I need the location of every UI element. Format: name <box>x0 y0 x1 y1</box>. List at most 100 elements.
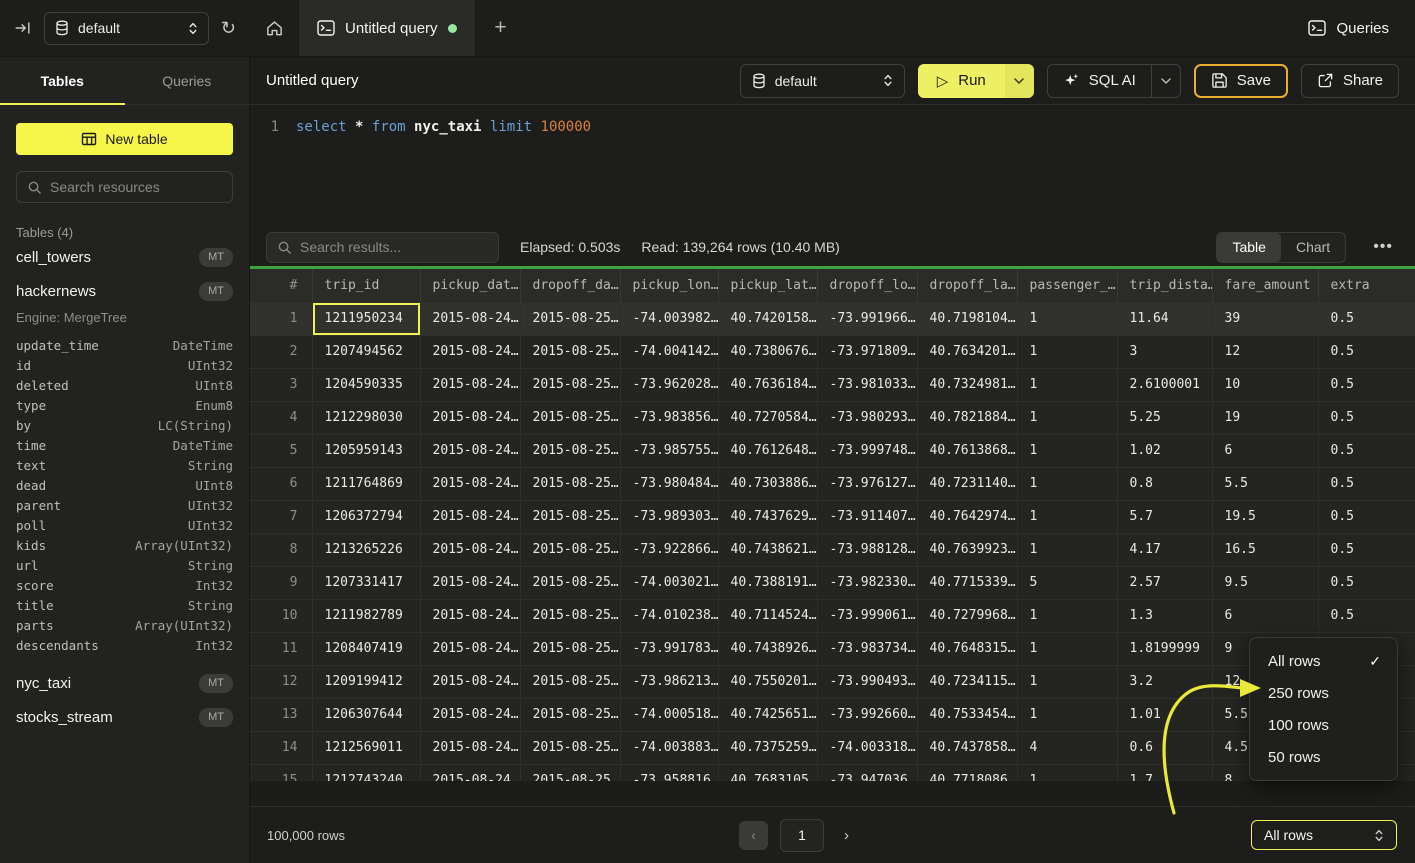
data-cell[interactable]: 4.17 <box>1117 533 1212 566</box>
data-cell[interactable]: 1 <box>1017 632 1117 665</box>
row-index-cell[interactable]: 5 <box>250 434 312 467</box>
data-cell[interactable]: 2015-08-25… <box>520 335 620 368</box>
new-table-button[interactable]: New table <box>16 123 233 155</box>
sidebar-tab-tables[interactable]: Tables <box>0 57 125 104</box>
page-size-option-all-rows[interactable]: All rows✓ <box>1250 645 1397 677</box>
data-cell[interactable]: -73.980293… <box>817 401 917 434</box>
data-cell[interactable]: 2.6100001 <box>1117 368 1212 401</box>
data-cell[interactable]: 40.7388191… <box>718 566 817 599</box>
data-cell[interactable]: 1 <box>1017 764 1117 781</box>
data-cell[interactable]: 2015-08-25… <box>520 434 620 467</box>
data-cell[interactable]: 2015-08-24… <box>420 665 520 698</box>
data-cell[interactable]: -73.983734… <box>817 632 917 665</box>
data-cell[interactable]: 11.64 <box>1117 302 1212 335</box>
page-size-option-50-rows[interactable]: 50 rows <box>1250 741 1397 773</box>
save-button[interactable]: Save <box>1194 64 1288 98</box>
column-header-index[interactable]: # <box>250 269 312 302</box>
run-button[interactable]: ▷ Run <box>918 64 1005 98</box>
data-cell[interactable]: -73.999061… <box>817 599 917 632</box>
data-cell[interactable]: 0.5 <box>1318 467 1415 500</box>
search-resources-input[interactable] <box>50 179 222 195</box>
data-cell[interactable]: 0.5 <box>1318 335 1415 368</box>
data-cell[interactable]: 3 <box>1117 335 1212 368</box>
row-index-cell[interactable]: 12 <box>250 665 312 698</box>
data-cell[interactable]: 6 <box>1212 599 1318 632</box>
data-cell[interactable]: -73.992660… <box>817 698 917 731</box>
data-cell[interactable]: 19 <box>1212 401 1318 434</box>
data-cell[interactable]: 0.8 <box>1117 467 1212 500</box>
data-cell[interactable]: 40.7613868… <box>917 434 1017 467</box>
row-index-cell[interactable]: 14 <box>250 731 312 764</box>
row-index-cell[interactable]: 4 <box>250 401 312 434</box>
data-cell[interactable]: 40.7636184… <box>718 368 817 401</box>
data-cell[interactable]: 1.7 <box>1117 764 1212 781</box>
data-cell[interactable]: 1 <box>1017 335 1117 368</box>
data-cell[interactable]: 5.25 <box>1117 401 1212 434</box>
data-cell[interactable]: 0.5 <box>1318 401 1415 434</box>
row-index-cell[interactable]: 13 <box>250 698 312 731</box>
data-cell[interactable]: 40.7821884… <box>917 401 1017 434</box>
data-cell[interactable]: 1205959143 <box>312 434 420 467</box>
data-cell[interactable]: 16.5 <box>1212 533 1318 566</box>
data-cell[interactable]: 2015-08-25… <box>520 302 620 335</box>
data-cell[interactable]: -74.000518… <box>620 698 718 731</box>
data-cell[interactable]: -73.958816… <box>620 764 718 781</box>
data-cell[interactable]: 40.7231140… <box>917 467 1017 500</box>
data-cell[interactable]: 1207494562 <box>312 335 420 368</box>
data-cell[interactable]: 1211950234 <box>312 302 420 335</box>
data-cell[interactable]: 0.5 <box>1318 434 1415 467</box>
column-header-trip_id[interactable]: trip_id <box>312 269 420 302</box>
next-page-button[interactable]: › <box>836 827 857 844</box>
sql-ai-button[interactable]: SQL AI <box>1048 72 1151 89</box>
data-cell[interactable]: 1 <box>1017 302 1117 335</box>
data-cell[interactable]: 1213265226 <box>312 533 420 566</box>
sql-editor[interactable]: 1 select * from nyc_taxi limit 100000 <box>250 105 1415 228</box>
data-cell[interactable]: 1 <box>1017 467 1117 500</box>
data-cell[interactable]: 2015-08-25… <box>520 566 620 599</box>
data-cell[interactable]: 1 <box>1017 698 1117 731</box>
data-cell[interactable]: 1.02 <box>1117 434 1212 467</box>
data-cell[interactable]: 40.7324981… <box>917 368 1017 401</box>
refresh-icon[interactable]: ↻ <box>221 18 236 39</box>
row-index-cell[interactable]: 2 <box>250 335 312 368</box>
data-cell[interactable]: 40.7234115… <box>917 665 1017 698</box>
data-cell[interactable]: 40.7642974… <box>917 500 1017 533</box>
data-cell[interactable]: -73.991783… <box>620 632 718 665</box>
page-size-option-100-rows[interactable]: 100 rows <box>1250 709 1397 741</box>
share-button[interactable]: Share <box>1301 64 1399 98</box>
data-cell[interactable]: 2.57 <box>1117 566 1212 599</box>
data-cell[interactable]: 1212569011 <box>312 731 420 764</box>
database-selector[interactable]: default <box>44 12 209 45</box>
data-cell[interactable]: 40.7648315… <box>917 632 1017 665</box>
data-cell[interactable]: -73.989303… <box>620 500 718 533</box>
data-cell[interactable]: 1 <box>1017 500 1117 533</box>
data-cell[interactable]: 2015-08-25… <box>520 368 620 401</box>
data-cell[interactable]: -73.981033… <box>817 368 917 401</box>
data-cell[interactable]: -74.003318… <box>817 731 917 764</box>
data-cell[interactable]: 1211982789 <box>312 599 420 632</box>
data-cell[interactable]: 2015-08-24… <box>420 401 520 434</box>
data-cell[interactable]: 0.5 <box>1318 500 1415 533</box>
data-cell[interactable]: 40.7380676… <box>718 335 817 368</box>
data-cell[interactable]: 1208407419 <box>312 632 420 665</box>
data-cell[interactable]: 2015-08-24… <box>420 698 520 731</box>
data-cell[interactable]: 2015-08-24… <box>420 566 520 599</box>
sidebar-tab-queries[interactable]: Queries <box>125 57 250 104</box>
data-cell[interactable]: 2015-08-25… <box>520 467 620 500</box>
view-toggle-table[interactable]: Table <box>1217 233 1280 262</box>
sidebar-table-stocks_stream[interactable]: stocks_streamMT <box>16 701 233 734</box>
row-index-cell[interactable]: 15 <box>250 764 312 781</box>
data-cell[interactable]: -73.985755… <box>620 434 718 467</box>
data-cell[interactable]: 1 <box>1017 434 1117 467</box>
data-cell[interactable]: 0.5 <box>1318 302 1415 335</box>
data-cell[interactable]: 5.5 <box>1212 467 1318 500</box>
data-cell[interactable]: -74.003883… <box>620 731 718 764</box>
sql-ai-caret[interactable] <box>1151 65 1180 97</box>
data-cell[interactable]: -73.999748… <box>817 434 917 467</box>
row-index-cell[interactable]: 1 <box>250 302 312 335</box>
data-cell[interactable]: 4 <box>1017 731 1117 764</box>
data-cell[interactable]: 40.7715339… <box>917 566 1017 599</box>
row-index-cell[interactable]: 8 <box>250 533 312 566</box>
data-cell[interactable]: -74.003021… <box>620 566 718 599</box>
data-cell[interactable]: -74.003982… <box>620 302 718 335</box>
